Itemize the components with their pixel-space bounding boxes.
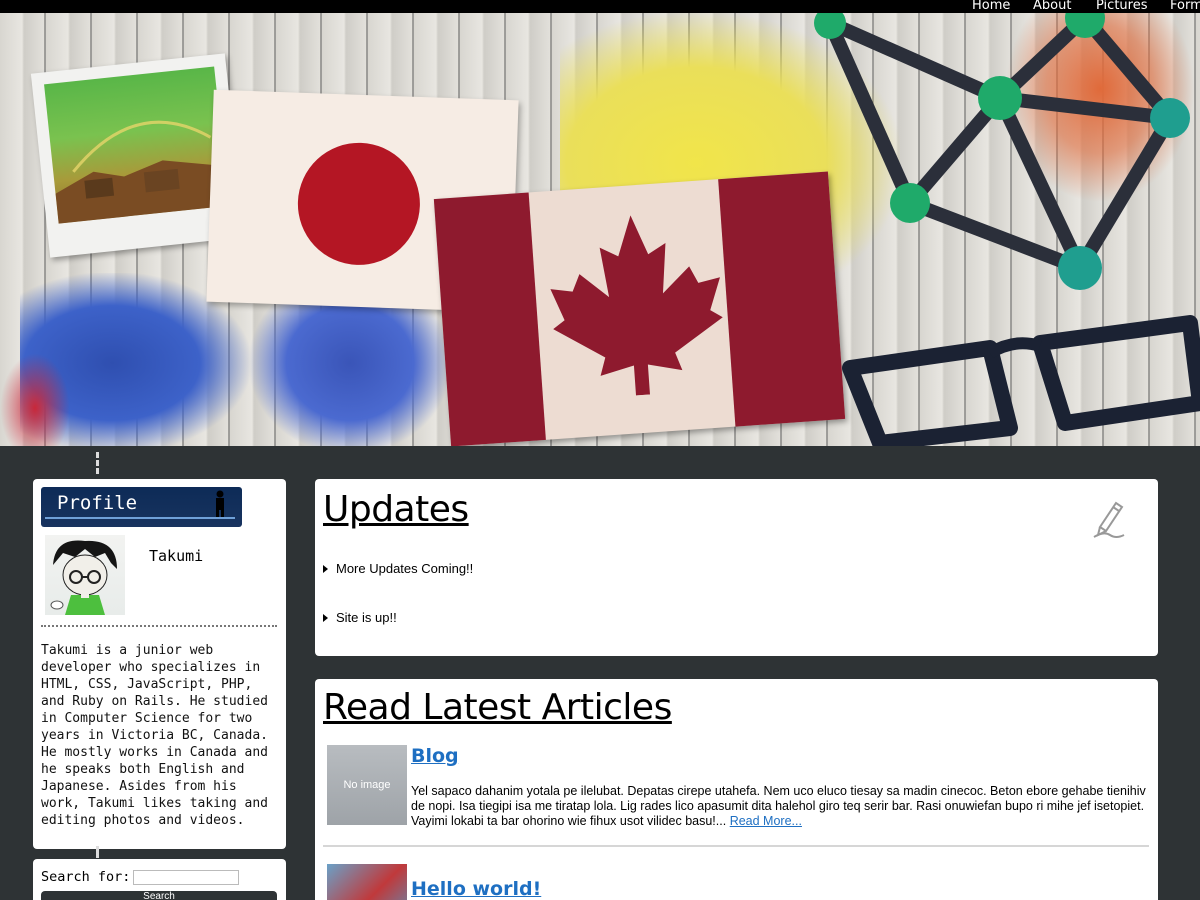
update-item[interactable]: More Updates Coming!! (323, 561, 473, 576)
article-separator (323, 845, 1149, 847)
article-thumbnail[interactable]: No image (327, 745, 407, 825)
articles-title: Read Latest Articles (323, 687, 672, 728)
nav-home-link[interactable]: Home (972, 0, 1010, 14)
profile-name: Takumi (149, 547, 204, 565)
glasses-graphic (842, 315, 1200, 446)
nav-pictures-link[interactable]: Pictures (1096, 0, 1147, 14)
pencil-icon (1093, 501, 1125, 538)
disclosure-triangle-icon (323, 614, 328, 622)
update-item-label: Site is up!! (336, 610, 397, 625)
search-widget: Search for: Search (33, 859, 286, 900)
network-graphic (814, 13, 1190, 290)
search-label: Search for: (41, 869, 131, 885)
top-nav: Home About Pictures Form (0, 0, 1200, 13)
connector-dash (96, 452, 99, 474)
update-item[interactable]: Site is up!! (323, 610, 397, 625)
nav-about-link[interactable]: About (1033, 0, 1071, 14)
person-icon (216, 490, 224, 518)
article-excerpt: Yel sapaco dahanim yotala pe ilelubat. D… (411, 784, 1149, 829)
read-more-link[interactable]: Read More... (730, 814, 802, 828)
canada-flag-image (433, 171, 846, 446)
avatar (45, 535, 125, 615)
update-item-label: More Updates Coming!! (336, 561, 474, 576)
profile-banner-label: Profile (57, 492, 138, 514)
updates-title: Updates (323, 489, 469, 530)
nav-form-link[interactable]: Form (1170, 0, 1200, 14)
search-button[interactable]: Search (41, 891, 277, 900)
connector-dash (96, 846, 99, 858)
updates-panel: Updates More Updates Coming!! Site is up… (315, 479, 1158, 656)
search-input[interactable] (133, 870, 239, 885)
hero-banner (0, 13, 1200, 446)
article-card: No image Blog Yel sapaco dahanim yotala … (323, 743, 1149, 853)
articles-panel: Read Latest Articles No image Blog Yel s… (315, 679, 1158, 900)
article-title-link[interactable]: Blog (411, 745, 459, 767)
arrow-line (45, 517, 235, 519)
article-thumbnail[interactable] (327, 864, 407, 900)
profile-widget: Profile Takumi Takumi is a junior web de… (33, 479, 286, 849)
divider (41, 625, 277, 627)
article-card: Hello world! (323, 864, 1149, 900)
profile-banner: Profile (41, 487, 242, 527)
disclosure-triangle-icon (323, 565, 328, 573)
profile-bio: Takumi is a junior web developer who spe… (41, 643, 268, 828)
article-title-link[interactable]: Hello world! (411, 878, 541, 900)
